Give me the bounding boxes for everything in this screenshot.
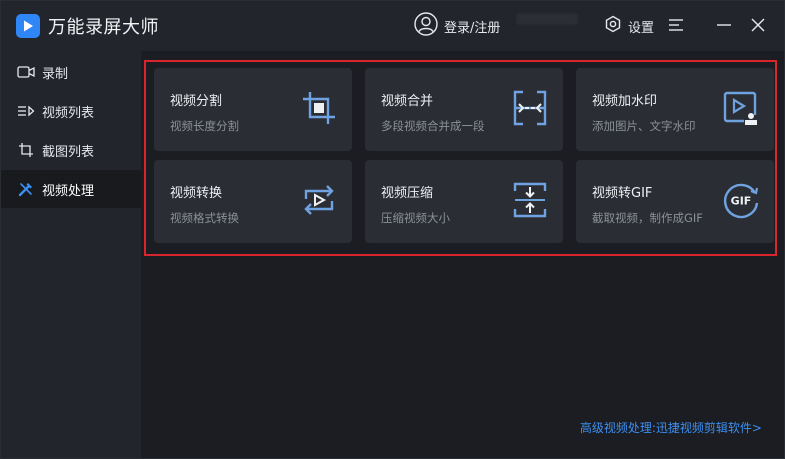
close-button[interactable] xyxy=(747,14,769,36)
card-title: 视频分割 xyxy=(170,94,223,109)
advanced-processing-link[interactable]: 高级视频处理:迅捷视频剪辑软件> xyxy=(580,419,762,436)
card-desc: 添加图片、文字水印 xyxy=(592,119,696,133)
card-desc: 截取视频，制作成GIF xyxy=(592,211,703,225)
login-button[interactable]: 登录/注册 xyxy=(414,12,500,40)
gear-icon xyxy=(604,15,622,37)
settings-button[interactable]: 设置 xyxy=(604,14,654,38)
app-title: 万能录屏大师 xyxy=(48,17,159,38)
sidebar-item-record[interactable]: 录制 xyxy=(1,53,141,91)
card-video-watermark[interactable]: 视频加水印 添加图片、文字水印 xyxy=(576,68,774,151)
menu-icon xyxy=(669,19,683,31)
list-icon xyxy=(17,102,35,120)
sidebar-item-label: 视频列表 xyxy=(42,105,95,121)
card-title: 视频转GIF xyxy=(592,186,653,201)
user-icon xyxy=(414,12,438,40)
card-title: 视频合并 xyxy=(381,94,434,109)
gif-icon-label: GIF xyxy=(731,195,752,208)
card-video-split[interactable]: 视频分割 视频长度分割 xyxy=(154,68,352,151)
tools-icon xyxy=(17,180,35,198)
login-label: 登录/注册 xyxy=(444,20,501,36)
minimize-icon xyxy=(717,24,731,26)
card-video-compress[interactable]: 视频压缩 压缩视频大小 xyxy=(365,160,563,243)
minimize-button[interactable] xyxy=(713,14,735,36)
title-bar: 万能录屏大师 登录/注册 设置 xyxy=(1,1,784,51)
sidebar: 录制 视频列表 截图列表 视频处理 xyxy=(1,51,141,458)
card-desc: 视频格式转换 xyxy=(170,211,239,225)
gif-icon: GIF xyxy=(723,183,759,219)
card-video-merge[interactable]: 视频合并 多段视频合并成一段 xyxy=(365,68,563,151)
card-desc: 多段视频合并成一段 xyxy=(381,119,485,133)
app-window: 万能录屏大师 登录/注册 设置 录制 视频列表 截图列表 视频处理 视频分割 视… xyxy=(0,0,785,459)
sidebar-item-label: 录制 xyxy=(42,66,69,82)
camera-icon xyxy=(17,63,35,81)
card-title: 视频压缩 xyxy=(381,186,434,201)
convert-icon xyxy=(304,185,334,215)
play-logo-icon xyxy=(16,14,40,38)
card-video-to-gif[interactable]: 视频转GIF 截取视频，制作成GIF GIF xyxy=(576,160,774,243)
watermark-icon xyxy=(723,91,758,125)
sidebar-item-video-list[interactable]: 视频列表 xyxy=(1,92,141,130)
sidebar-item-screenshot-list[interactable]: 截图列表 xyxy=(1,131,141,169)
menu-button[interactable] xyxy=(665,14,687,36)
sidebar-item-label: 截图列表 xyxy=(42,144,95,160)
card-video-convert[interactable]: 视频转换 视频格式转换 xyxy=(154,160,352,243)
card-title: 视频转换 xyxy=(170,186,223,201)
card-title: 视频加水印 xyxy=(592,94,658,109)
sidebar-item-label: 视频处理 xyxy=(42,183,95,199)
main-content: 视频分割 视频长度分割 视频合并 多段视频合并成一段 视频加水印 添加图片、文字… xyxy=(141,51,784,458)
card-desc: 压缩视频大小 xyxy=(381,211,450,225)
redacted-username xyxy=(516,13,578,25)
close-icon xyxy=(751,18,765,32)
screenshot-icon xyxy=(17,141,35,159)
crop-icon xyxy=(303,92,335,124)
settings-label: 设置 xyxy=(628,20,655,36)
sidebar-item-video-processing[interactable]: 视频处理 xyxy=(1,170,141,208)
card-desc: 视频长度分割 xyxy=(170,119,239,133)
merge-icon xyxy=(513,90,547,126)
compress-icon xyxy=(513,182,547,218)
